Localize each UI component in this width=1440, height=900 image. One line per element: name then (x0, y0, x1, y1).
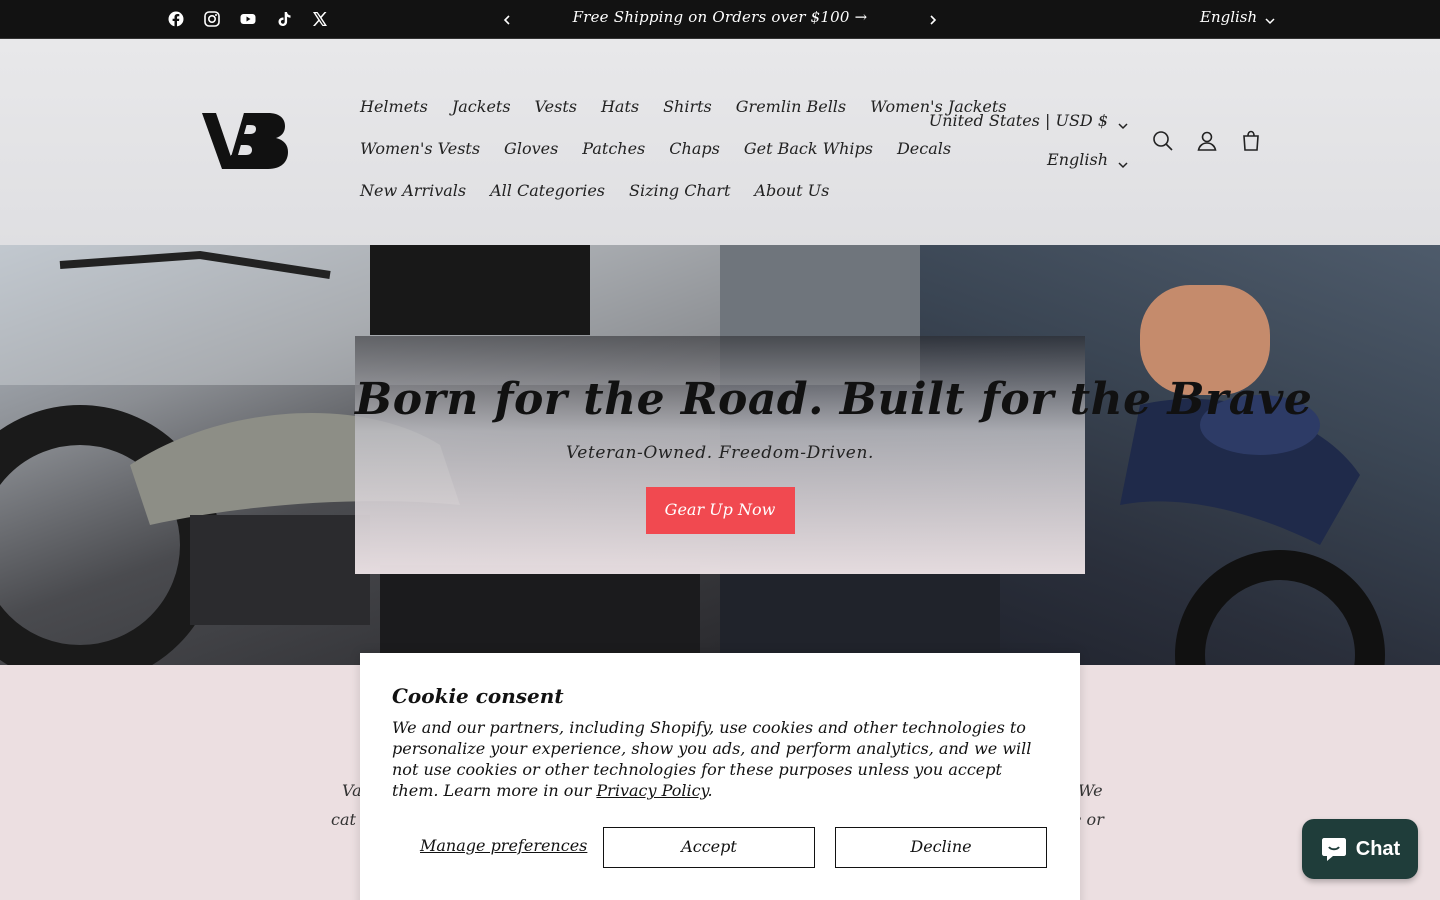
header-language-label: English (1047, 150, 1108, 169)
site-header: Helmets Jackets Vests Hats Shirts Gremli… (0, 39, 1440, 245)
header-language-selector[interactable]: English (1047, 150, 1128, 169)
accept-button[interactable]: Accept (603, 827, 815, 868)
hero-banner: Born for the Road. Built for the Brave V… (0, 245, 1440, 665)
nav-item-vests[interactable]: Vests (535, 97, 577, 116)
cookie-body: We and our partners, including Shopify, … (392, 717, 1052, 801)
nav-item-gremlin-bells[interactable]: Gremlin Bells (736, 97, 846, 116)
nav-row: New Arrivals All Categories Sizing Chart… (360, 169, 950, 211)
hero-subtitle: Veteran-Owned. Freedom-Driven. (565, 443, 875, 463)
nav-item-gloves[interactable]: Gloves (504, 139, 558, 158)
manage-preferences-link[interactable]: Manage preferences (420, 836, 587, 855)
country-currency-selector[interactable]: United States | USD $ (929, 111, 1128, 130)
nav-item-decals[interactable]: Decals (897, 139, 951, 158)
announcement-prev-button[interactable] (497, 10, 517, 30)
nav-item-shirts[interactable]: Shirts (663, 97, 712, 116)
nav-row: Helmets Jackets Vests Hats Shirts Gremli… (360, 85, 1007, 127)
privacy-policy-link[interactable]: Privacy Policy (596, 781, 707, 800)
nav-row: Women's Vests Gloves Patches Chaps Get B… (360, 127, 951, 169)
cookie-consent-dialog: Cookie consent We and our partners, incl… (360, 653, 1080, 900)
nav-item-sizing-chart[interactable]: Sizing Chart (629, 181, 730, 200)
account-icon[interactable] (1196, 130, 1220, 154)
tiktok-icon[interactable] (274, 9, 294, 29)
instagram-icon[interactable] (202, 9, 222, 29)
chat-bubble-icon (1321, 838, 1346, 861)
announcement-next-button[interactable] (923, 10, 943, 30)
top-language-label: English (1200, 8, 1258, 26)
top-language-selector[interactable]: English (1200, 8, 1275, 26)
chat-label: Chat (1355, 837, 1401, 860)
country-currency-label: United States | USD $ (928, 111, 1108, 130)
search-icon[interactable] (1152, 130, 1176, 154)
announcement-bar: Free Shipping on Orders over $100 → Engl… (0, 0, 1440, 39)
nav-item-chaps[interactable]: Chaps (669, 139, 720, 158)
nav-item-helmets[interactable]: Helmets (360, 97, 428, 116)
announcement-message[interactable]: Free Shipping on Orders over $100 → (540, 8, 900, 26)
chat-button[interactable]: Chat (1302, 819, 1418, 879)
nav-item-womens-vests[interactable]: Women's Vests (360, 139, 480, 158)
nav-item-all-categories[interactable]: All Categories (490, 181, 605, 200)
about-text-fragment: We (1078, 781, 1103, 800)
x-icon[interactable] (310, 9, 330, 29)
nav-item-new-arrivals[interactable]: New Arrivals (360, 181, 466, 200)
youtube-icon[interactable] (238, 9, 258, 29)
cookie-title: Cookie consent (392, 684, 564, 708)
chevron-down-icon (1265, 12, 1275, 25)
about-text-fragment: cat (331, 810, 356, 829)
chevron-down-icon (1118, 155, 1128, 168)
decline-button[interactable]: Decline (835, 827, 1047, 868)
chevron-down-icon (1118, 116, 1128, 129)
nav-item-jackets[interactable]: Jackets (452, 97, 511, 116)
cookie-body-end: . (707, 781, 713, 800)
about-text-fragment: Va (342, 781, 362, 800)
social-links (166, 9, 330, 29)
hero-title: Born for the Road. Built for the Brave (355, 374, 1313, 425)
vb-logo[interactable] (200, 109, 292, 175)
gear-up-now-button[interactable]: Gear Up Now (645, 487, 795, 534)
nav-item-patches[interactable]: Patches (582, 139, 645, 158)
hero-content-box: Born for the Road. Built for the Brave V… (355, 336, 1313, 574)
nav-item-get-back-whips[interactable]: Get Back Whips (744, 139, 873, 158)
main-navigation: Helmets Jackets Vests Hats Shirts Gremli… (360, 85, 1007, 211)
facebook-icon[interactable] (166, 9, 186, 29)
nav-item-hats[interactable]: Hats (601, 97, 639, 116)
nav-item-about-us[interactable]: About Us (754, 181, 829, 200)
cart-icon[interactable] (1240, 130, 1264, 154)
